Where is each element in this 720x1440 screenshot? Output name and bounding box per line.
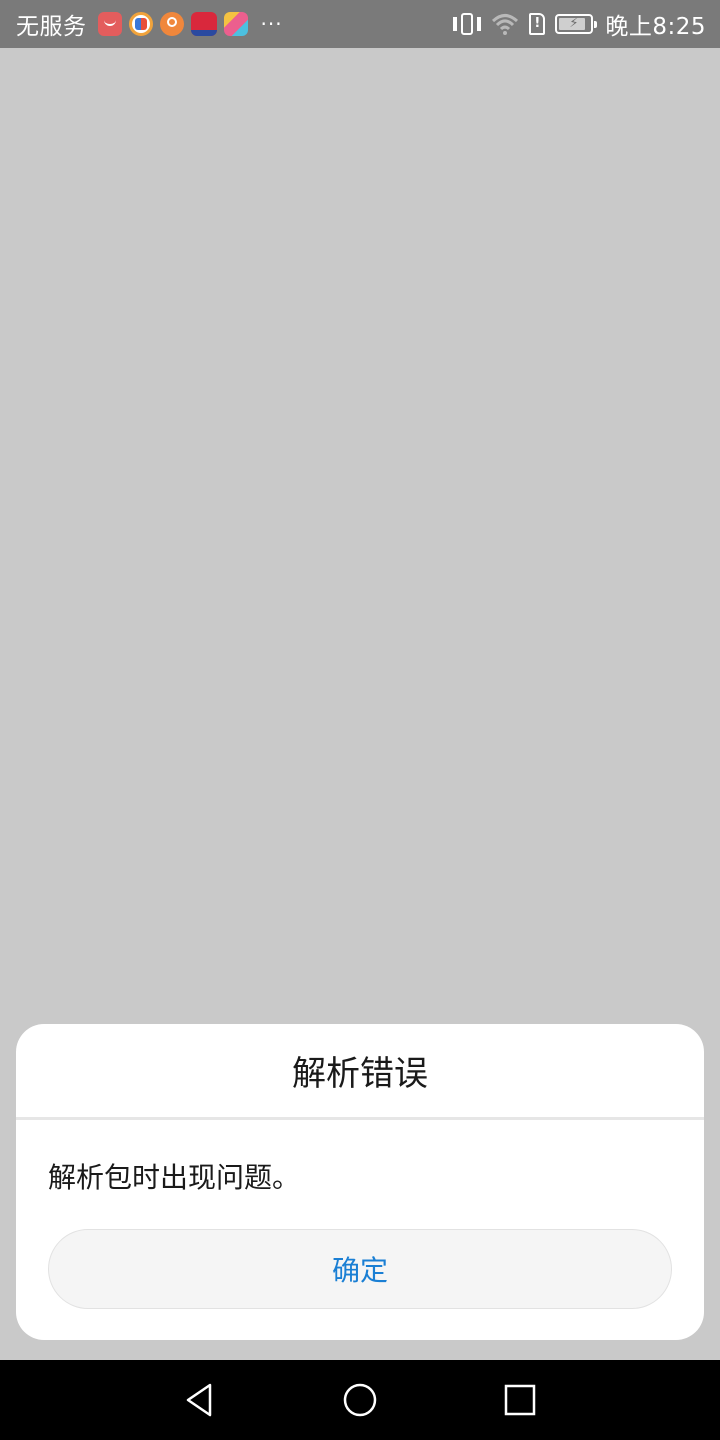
huawei-store-icon (97, 12, 122, 36)
navigation-bar (0, 1360, 720, 1440)
status-bar-left: 无服务 ··· (16, 7, 283, 41)
status-bar-right: ! ⚡ 晚上8:25 (453, 7, 706, 41)
recent-apps-icon[interactable] (500, 1380, 540, 1420)
red-app-icon (190, 12, 217, 36)
back-icon[interactable] (180, 1380, 220, 1420)
status-bar: 无服务 ··· ! ⚡ 晚上8:25 (0, 0, 720, 48)
weibo-icon (128, 12, 153, 36)
multicolor-app-icon (223, 12, 248, 36)
sim-alert-icon: ! (529, 13, 546, 35)
ok-button[interactable]: 确定 (48, 1229, 672, 1309)
home-icon[interactable] (340, 1380, 380, 1420)
carrier-label: 无服务 (16, 14, 87, 40)
dialog-message: 解析包时出现问题。 (48, 1161, 301, 1194)
parse-error-dialog: 解析错误 解析包时出现问题。 确定 (16, 1024, 704, 1340)
battery-icon: ⚡ (555, 14, 598, 34)
clock: 晚上8:25 (605, 14, 706, 40)
orange-app-icon (159, 12, 184, 36)
wifi-icon (492, 14, 519, 35)
vibrate-icon (453, 12, 482, 36)
dialog-title: 解析错误 (16, 1024, 704, 1120)
more-notifications-icon: ··· (260, 12, 283, 36)
